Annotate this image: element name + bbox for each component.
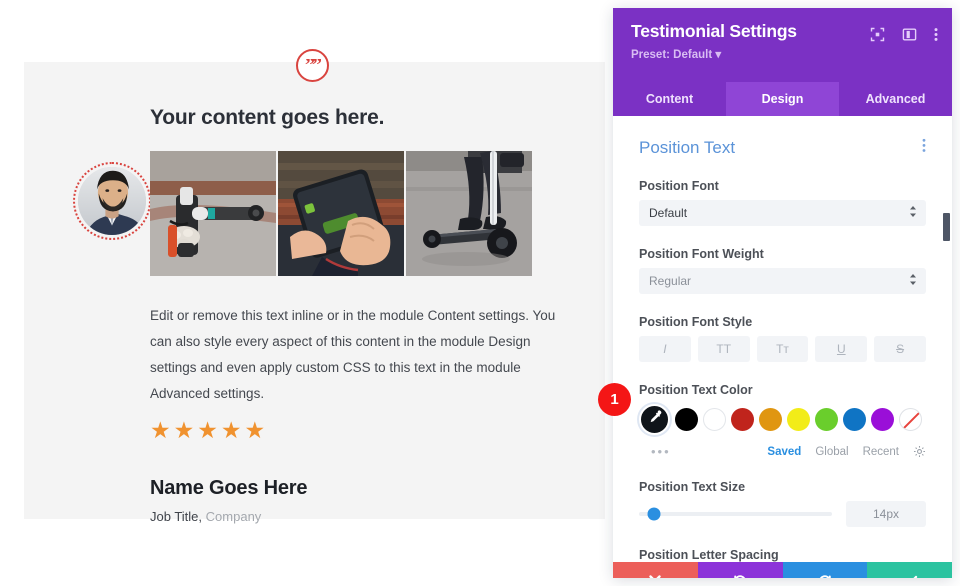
panel-tabs: Content Design Advanced [613, 82, 952, 116]
color-swatch-row [639, 404, 926, 435]
author-name[interactable]: Name Goes Here [150, 477, 307, 500]
testimonial-module[interactable]: Your content goes here. Edit or remove t… [24, 62, 605, 524]
swatch-blue[interactable] [843, 408, 866, 431]
size-slider-row: 14px [639, 501, 926, 527]
avatar [73, 162, 151, 240]
strikethrough-button[interactable]: S [874, 336, 926, 362]
underline-button[interactable]: U [815, 336, 868, 362]
author-company[interactable]: Company [206, 509, 262, 524]
field-position-text-color: Position Text Color ••• Saved Global Rec… [639, 383, 926, 459]
select-arrows-icon [909, 206, 917, 221]
quote-marks-icon: ” ” [296, 49, 329, 82]
annotation-step-1: 1 [598, 383, 631, 416]
svg-text:”: ” [312, 59, 321, 73]
position-text-size-label: Position Text Size [639, 480, 746, 494]
section-more-icon[interactable] [922, 138, 926, 158]
content-title[interactable]: Your content goes here. [150, 105, 590, 130]
field-position-font-style: Position Font Style I TT Tᴛ U S [639, 315, 926, 362]
position-letter-spacing-label: Position Letter Spacing [639, 548, 779, 562]
more-vertical-icon[interactable] [934, 27, 938, 42]
panel-header: Testimonial Settings Preset: Default ▾ [613, 8, 952, 82]
position-font-weight-value: Regular [649, 274, 692, 288]
cancel-button[interactable] [613, 562, 698, 578]
field-position-font: Position Font Default [639, 179, 926, 226]
chevron-down-icon: ▾ [715, 49, 722, 61]
italic-button[interactable]: I [639, 336, 691, 362]
panel-preset-label: Preset: Default [631, 49, 713, 61]
field-position-text-size: Position Text Size 14px [639, 480, 926, 527]
capitalize-button[interactable]: Tᴛ [756, 336, 809, 362]
more-colors-button[interactable]: ••• [639, 444, 671, 459]
tab-advanced[interactable]: Advanced [839, 82, 952, 116]
undo-button[interactable] [697, 562, 783, 578]
palette-tab-recent[interactable]: Recent [863, 446, 899, 458]
select-arrows-icon [909, 274, 917, 289]
tab-content[interactable]: Content [613, 82, 726, 116]
star-rating[interactable]: ★★★★★ [150, 419, 590, 442]
panel-scrollbar-thumb[interactable] [943, 213, 950, 241]
panel-layout-icon[interactable] [902, 27, 917, 42]
position-font-weight-label: Position Font Weight [639, 247, 764, 261]
position-text-color-label: Position Text Color [639, 383, 753, 397]
panel-preset-selector[interactable]: Preset: Default ▾ [631, 47, 934, 61]
scooter-handlebar-photo[interactable] [150, 151, 276, 277]
redo-button[interactable] [782, 562, 868, 578]
position-font-weight-select[interactable]: Regular [639, 268, 926, 294]
focus-frame-icon[interactable] [870, 27, 885, 42]
author-meta: Job Title, Company [150, 509, 261, 524]
swatch-transparent[interactable] [899, 408, 922, 431]
section-header: Position Text [639, 138, 926, 158]
font-style-buttons: I TT Tᴛ U S [639, 336, 926, 362]
position-font-label: Position Font [639, 179, 719, 193]
testimonial-settings-panel: Testimonial Settings Preset: Default ▾ C… [613, 8, 952, 578]
screen-root: Your content goes here. Edit or remove t… [0, 0, 960, 586]
eyedropper-icon [647, 410, 662, 430]
slider-thumb[interactable] [647, 507, 661, 521]
page-canvas: Your content goes here. Edit or remove t… [0, 0, 613, 586]
swatch-yellow[interactable] [787, 408, 810, 431]
palette-tab-global[interactable]: Global [815, 446, 848, 458]
palette-tab-saved[interactable]: Saved [767, 446, 801, 458]
palette-controls: ••• Saved Global Recent [639, 444, 926, 459]
swatch-black[interactable] [675, 408, 698, 431]
photo-gallery [150, 151, 590, 277]
swatch-dark-red[interactable] [731, 408, 754, 431]
swatch-green[interactable] [815, 408, 838, 431]
author-job-title[interactable]: Job Title, [150, 509, 202, 524]
position-text-size-slider[interactable] [639, 507, 832, 521]
person-riding-scooter-photo[interactable] [406, 151, 532, 277]
panel-header-icons [870, 27, 938, 42]
hands-holding-smartphone-photo[interactable] [278, 151, 404, 277]
palette-tabs: Saved Global Recent [767, 445, 926, 458]
field-position-font-weight: Position Font Weight Regular [639, 247, 926, 294]
tab-design[interactable]: Design [726, 82, 839, 116]
position-text-size-input[interactable]: 14px [846, 501, 926, 527]
swatch-white[interactable] [703, 408, 726, 431]
swatch-orange[interactable] [759, 408, 782, 431]
panel-action-bar [613, 562, 952, 578]
testimonial-body: Your content goes here. Edit or remove t… [150, 105, 590, 524]
content-text[interactable]: Edit or remove this text inline or in th… [150, 303, 578, 407]
save-button[interactable] [867, 562, 952, 578]
position-font-style-label: Position Font Style [639, 315, 753, 329]
position-font-select[interactable]: Default [639, 200, 926, 226]
panel-scrollbar[interactable] [943, 116, 950, 562]
uppercase-button[interactable]: TT [697, 336, 750, 362]
swatch-purple[interactable] [871, 408, 894, 431]
gear-icon[interactable] [913, 445, 926, 458]
position-font-value: Default [649, 206, 688, 220]
eyedropper-button[interactable] [639, 404, 670, 435]
panel-scroll-area: Position Text Position Font Default Posi… [613, 116, 952, 562]
section-title[interactable]: Position Text [639, 138, 735, 158]
avatar-photo [78, 167, 146, 235]
